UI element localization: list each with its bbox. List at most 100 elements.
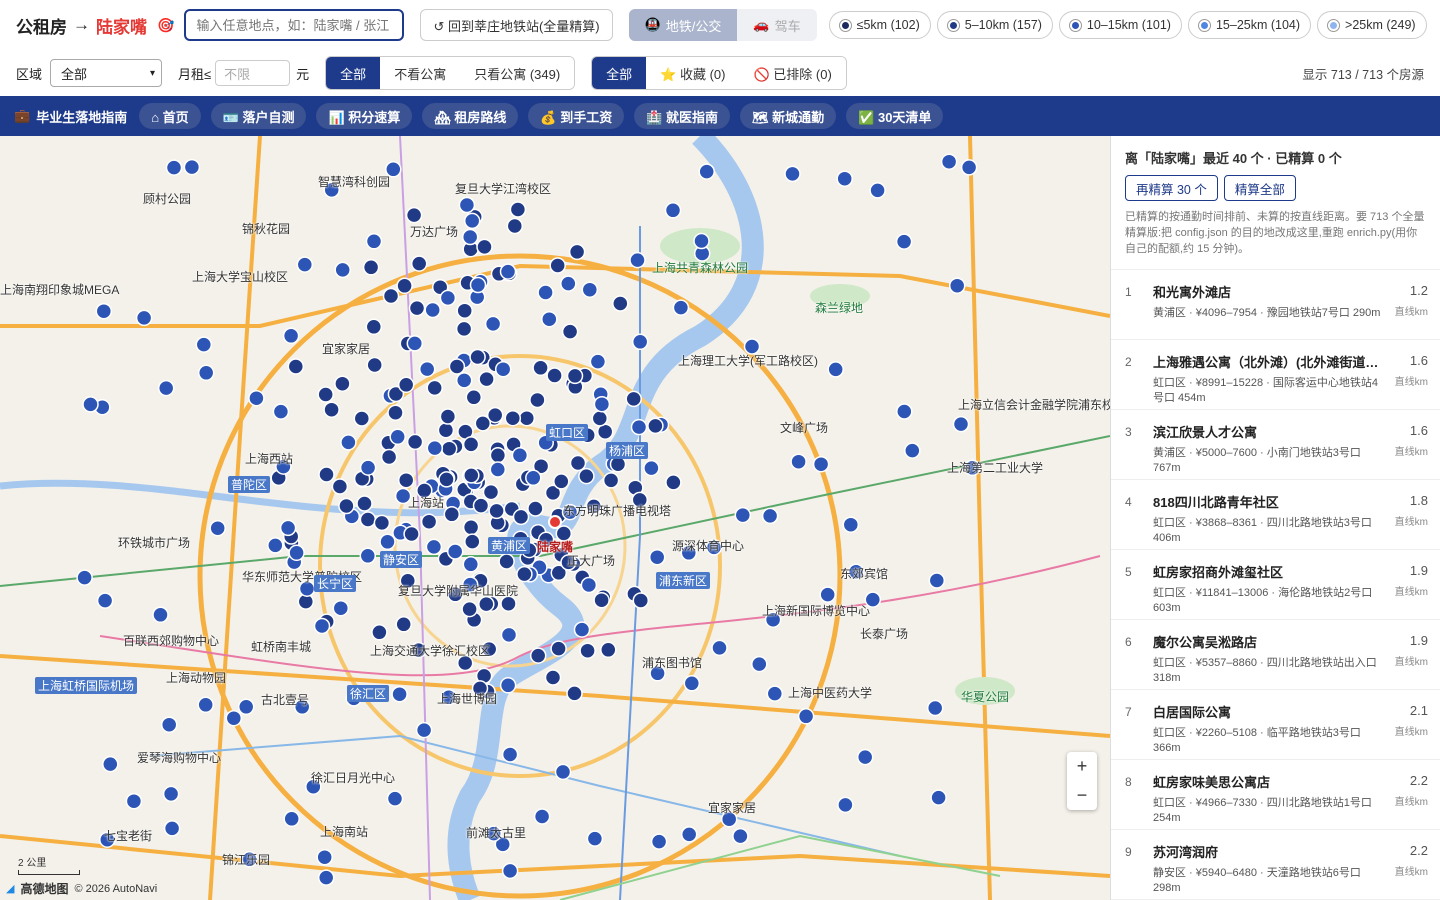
listing-marker[interactable] <box>600 641 617 659</box>
listing-marker[interactable] <box>525 469 542 487</box>
listing-marker[interactable] <box>581 281 599 298</box>
distance-chip[interactable]: >25km (249) <box>1317 11 1427 39</box>
distance-chip[interactable]: ≤5km (102) <box>828 11 931 39</box>
listing-marker[interactable] <box>366 356 383 374</box>
listing-marker[interactable] <box>440 440 458 457</box>
distance-chip[interactable]: 5–10km (157) <box>936 11 1053 39</box>
listing-marker[interactable] <box>629 251 646 269</box>
listing-marker[interactable] <box>438 471 455 488</box>
listing-marker[interactable] <box>195 336 213 353</box>
listing-marker[interactable] <box>632 592 650 609</box>
listing-marker[interactable] <box>940 153 958 170</box>
listing-marker[interactable] <box>647 417 664 435</box>
listing-marker[interactable] <box>672 299 690 316</box>
nav-hukou-test[interactable]: 🪪 落户自测 <box>210 103 307 129</box>
listing-marker[interactable] <box>426 379 443 397</box>
listing-marker[interactable] <box>362 259 380 276</box>
listing-marker[interactable] <box>461 228 479 246</box>
listing-marker[interactable] <box>331 478 349 495</box>
listing-marker[interactable] <box>396 277 413 295</box>
listing-marker[interactable] <box>410 255 428 272</box>
listing-marker[interactable] <box>527 500 544 517</box>
listing-marker[interactable] <box>317 386 334 403</box>
listing-marker[interactable] <box>448 358 466 375</box>
listing-marker[interactable] <box>283 810 300 828</box>
listing-marker[interactable] <box>323 401 340 418</box>
listing-marker[interactable] <box>382 287 400 305</box>
listing-marker[interactable] <box>693 232 710 250</box>
mode-transit-button[interactable]: 🚇 地铁/公交 <box>628 9 738 41</box>
listing-marker[interactable] <box>272 403 290 420</box>
listing-marker[interactable] <box>225 709 243 727</box>
nav-medical-guide[interactable]: 🏥 就医指南 <box>634 103 731 129</box>
listing-marker[interactable] <box>784 165 801 183</box>
listing-marker[interactable] <box>494 360 512 378</box>
list-item[interactable]: 3 滨江欣景人才公寓 黄浦区 · ¥5000–7600 · 小南门地铁站3号口 76… <box>1111 410 1440 480</box>
listing-marker[interactable] <box>386 790 404 807</box>
district-select[interactable]: 全部 ▾ <box>50 59 163 87</box>
listing-marker[interactable] <box>365 233 383 250</box>
listing-marker[interactable] <box>511 447 529 464</box>
listing-marker[interactable] <box>82 396 99 413</box>
listing-marker[interactable] <box>537 284 554 301</box>
list-item[interactable]: 9 苏河湾润府 静安区 · ¥5940–6480 · 天潼路地铁站6号口 298m 2… <box>1111 830 1440 900</box>
listing-marker[interactable] <box>287 358 305 375</box>
listing-marker[interactable] <box>546 367 563 384</box>
listing-marker[interactable] <box>296 256 314 273</box>
tab-favorites[interactable]: ⭐ 收藏 (0) <box>646 57 740 89</box>
nav-newtown-commute[interactable]: 🗺 新城通勤 <box>740 103 837 129</box>
listing-marker[interactable] <box>397 376 415 394</box>
listing-marker[interactable] <box>836 170 853 187</box>
listing-marker[interactable] <box>948 277 966 294</box>
listing-marker[interactable] <box>549 257 566 274</box>
listing-marker[interactable] <box>489 447 507 464</box>
listing-marker[interactable] <box>197 364 215 382</box>
listing-marker[interactable] <box>359 459 377 476</box>
nav-30day-checklist[interactable]: ✅ 30天清单 <box>846 103 944 129</box>
listing-marker[interactable] <box>462 519 480 536</box>
listing-marker[interactable] <box>157 379 175 397</box>
list-item[interactable]: 1 和光寓外滩店 黄浦区 · ¥4096–7954 · 豫园地铁站7号口 290m 1… <box>1111 270 1440 340</box>
listing-marker[interactable] <box>680 826 698 843</box>
listing-marker[interactable] <box>895 233 913 250</box>
listing-marker[interactable] <box>734 506 752 524</box>
listing-marker[interactable] <box>334 261 351 279</box>
listing-marker[interactable] <box>482 483 500 501</box>
listing-marker[interactable] <box>926 699 944 717</box>
listing-marker[interactable] <box>371 624 388 641</box>
listing-marker[interactable] <box>732 827 749 845</box>
listing-marker[interactable] <box>501 746 519 763</box>
listing-marker[interactable] <box>248 389 265 407</box>
listing-marker[interactable] <box>446 543 464 560</box>
listing-marker[interactable] <box>443 506 461 523</box>
nav-brand[interactable]: 💼 毕业生落地指南 <box>14 107 127 126</box>
listing-marker[interactable] <box>464 533 481 550</box>
listing-marker[interactable] <box>338 497 355 515</box>
listing-marker[interactable] <box>463 212 481 230</box>
list-item[interactable]: 6 魔尔公寓吴淞路店 虹口区 · ¥5357–8860 · 四川北路地铁站出入口 3… <box>1111 620 1440 690</box>
listing-marker[interactable] <box>602 472 620 489</box>
listing-marker[interactable] <box>439 408 457 425</box>
map-canvas[interactable]: 顾村公园 智慧湾科创园 复旦大学江湾校区 锦秋花园 万达广场 上海大学宝山校区 上海共青森林… <box>0 136 1110 900</box>
listing-marker[interactable] <box>842 516 860 533</box>
listing-marker[interactable] <box>630 418 648 436</box>
listing-marker[interactable] <box>162 785 180 803</box>
listing-marker[interactable] <box>418 360 436 378</box>
listing-marker[interactable] <box>553 473 570 490</box>
listing-marker[interactable] <box>612 295 629 312</box>
listing-marker[interactable] <box>424 301 441 319</box>
listing-marker[interactable] <box>313 617 331 635</box>
zoom-in-button[interactable]: + <box>1077 756 1088 777</box>
listing-marker[interactable] <box>751 655 768 673</box>
listing-marker[interactable] <box>625 390 642 408</box>
listing-marker[interactable] <box>698 163 715 180</box>
listing-marker[interactable] <box>365 318 383 336</box>
zoom-out-button[interactable]: − <box>1077 785 1088 806</box>
listing-marker[interactable] <box>455 372 473 389</box>
listing-marker[interactable] <box>643 459 660 477</box>
listing-marker[interactable] <box>930 789 947 806</box>
listing-marker[interactable] <box>437 421 455 439</box>
listing-marker[interactable] <box>389 428 406 446</box>
listing-marker[interactable] <box>403 525 420 543</box>
listing-marker[interactable] <box>267 537 284 554</box>
